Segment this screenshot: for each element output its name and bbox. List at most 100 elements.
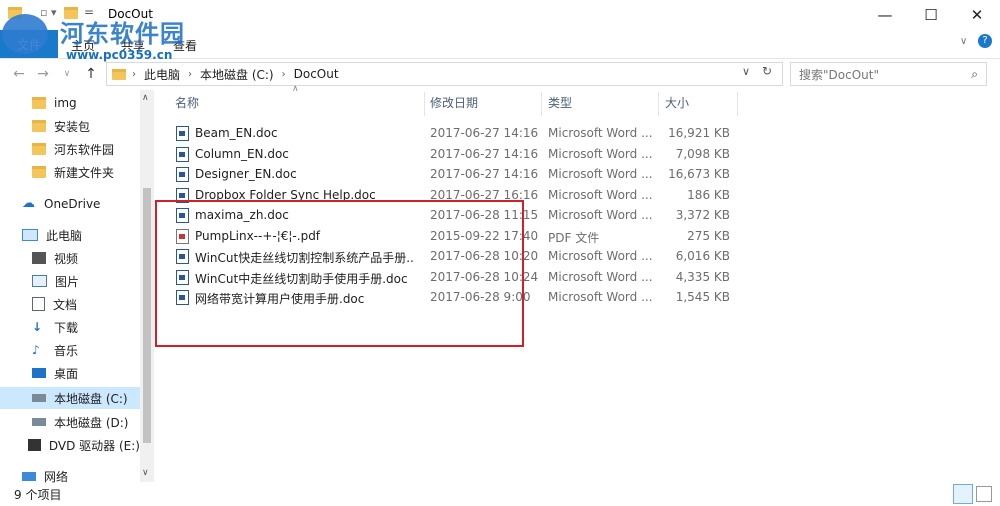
- nav-item-dvd[interactable]: DVD 驱动器 (E:): [0, 434, 140, 456]
- chevron-right-icon: ›: [132, 68, 136, 80]
- breadcrumb-docout[interactable]: DocOut: [294, 67, 339, 81]
- navigation-bar: ← → ∨ ↑ › 此电脑 › 本地磁盘 (C:) › DocOut ∨ ↻ 搜…: [0, 59, 1000, 89]
- column-size[interactable]: 大小: [665, 94, 689, 114]
- details-view-icon[interactable]: [953, 484, 973, 504]
- word-doc-icon: [176, 126, 189, 141]
- nav-item-this-pc[interactable]: 此电脑: [0, 224, 140, 246]
- word-doc-icon: [176, 167, 189, 182]
- nav-item-hedong[interactable]: 河东软件园: [0, 138, 140, 160]
- search-icon[interactable]: ⌕: [971, 67, 978, 82]
- file-type: Microsoft Word ...: [548, 290, 653, 304]
- file-size: 7,098 KB: [675, 147, 730, 161]
- column-divider[interactable]: [541, 92, 542, 116]
- video-icon: [32, 252, 46, 264]
- file-date: 2017-06-27 14:16: [430, 126, 539, 140]
- nav-item-installers[interactable]: 安装包: [0, 115, 140, 137]
- minimize-button[interactable]: —: [862, 0, 908, 30]
- highlight-box: [155, 200, 524, 347]
- document-icon: [32, 297, 45, 311]
- forward-icon[interactable]: →: [32, 63, 54, 85]
- folder-icon: [112, 68, 126, 80]
- folder-icon: [32, 97, 46, 109]
- nav-label: OneDrive: [44, 197, 101, 211]
- search-box[interactable]: 搜索"DocOut" ⌕: [790, 62, 987, 86]
- breadcrumb-this-pc[interactable]: 此电脑: [144, 66, 180, 83]
- file-size: 16,673 KB: [668, 167, 730, 181]
- nav-label: 此电脑: [46, 228, 83, 243]
- nav-item-drive-c[interactable]: 本地磁盘 (C:): [0, 387, 140, 409]
- nav-scrollbar-thumb[interactable]: [143, 188, 151, 443]
- refresh-icon[interactable]: ↻: [762, 64, 772, 78]
- nav-item-onedrive[interactable]: ☁ OneDrive: [0, 193, 140, 215]
- column-divider[interactable]: [424, 92, 425, 116]
- nav-item-videos[interactable]: 视频: [0, 247, 140, 269]
- file-size: 4,335 KB: [675, 270, 730, 284]
- nav-label: 安装包: [54, 119, 91, 134]
- scroll-up-icon[interactable]: ∧: [142, 93, 149, 103]
- chevron-right-icon: ›: [281, 68, 286, 80]
- drive-icon: [32, 418, 46, 426]
- address-bar[interactable]: › 此电脑 › 本地磁盘 (C:) › DocOut: [106, 62, 783, 86]
- nav-label: 文档: [53, 297, 78, 312]
- file-row[interactable]: Column_EN.doc 2017-06-27 14:16 Microsoft W…: [170, 144, 745, 164]
- sort-ascending-icon: ∧: [292, 84, 299, 94]
- file-date: 2017-06-27 14:16: [430, 147, 539, 161]
- nav-item-drive-d[interactable]: 本地磁盘 (D:): [0, 411, 140, 433]
- large-icons-view-icon[interactable]: [976, 486, 992, 502]
- nav-item-pictures[interactable]: 图片: [0, 270, 140, 292]
- file-type: Microsoft Word ...: [548, 208, 653, 222]
- chevron-right-icon: ›: [188, 68, 193, 80]
- computer-icon: [22, 229, 38, 241]
- file-row[interactable]: Designer_EN.doc 2017-06-27 14:16 Microsoft…: [170, 164, 745, 184]
- recent-locations-icon[interactable]: ∨: [56, 63, 78, 85]
- watermark-title: 河东软件园: [60, 20, 185, 48]
- column-divider[interactable]: [737, 92, 738, 116]
- nav-item-music[interactable]: ♪ 音乐: [0, 339, 140, 361]
- expand-ribbon-icon[interactable]: ∨: [960, 36, 967, 47]
- maximize-button[interactable]: ☐: [908, 0, 954, 30]
- file-name: Beam_EN.doc: [195, 126, 278, 140]
- nav-label: 桌面: [54, 366, 79, 381]
- nav-item-desktop[interactable]: 桌面: [0, 362, 140, 384]
- up-icon[interactable]: ↑: [80, 63, 102, 85]
- quick-access-toolbar[interactable]: ▫ ▾: [40, 6, 56, 19]
- picture-icon: [32, 275, 47, 287]
- file-size: 16,921 KB: [668, 126, 730, 140]
- column-date[interactable]: 修改日期: [430, 94, 478, 114]
- file-type: PDF 文件: [548, 231, 600, 245]
- nav-label: img: [54, 96, 77, 110]
- network-icon: [22, 471, 36, 481]
- word-doc-icon: [176, 147, 189, 162]
- back-icon[interactable]: ←: [8, 63, 30, 85]
- download-icon: ↓: [32, 320, 43, 334]
- music-icon: ♪: [32, 343, 40, 357]
- drive-icon: [32, 394, 46, 402]
- file-row[interactable]: Beam_EN.doc 2017-06-27 14:16 Microsoft Wor…: [170, 123, 745, 143]
- column-name[interactable]: 名称: [175, 94, 199, 114]
- nav-item-new-folder[interactable]: 新建文件夹: [0, 161, 140, 183]
- navigation-pane: img 安装包 河东软件园 新建文件夹 ☁ OneDrive 此电脑 视频 图片 …: [0, 90, 140, 484]
- column-divider[interactable]: [658, 92, 659, 116]
- file-name: Designer_EN.doc: [195, 167, 297, 181]
- scroll-down-icon[interactable]: ∨: [142, 468, 149, 478]
- nav-item-downloads[interactable]: ↓ 下载: [0, 316, 140, 338]
- search-input[interactable]: 搜索"DocOut": [799, 66, 879, 83]
- nav-label: 河东软件园: [54, 142, 115, 157]
- breadcrumb-drive-c[interactable]: 本地磁盘 (C:): [200, 66, 274, 83]
- nav-label: 新建文件夹: [54, 165, 115, 180]
- column-type[interactable]: 类型: [548, 94, 572, 114]
- close-button[interactable]: ✕: [954, 0, 1000, 30]
- file-type: Microsoft Word ...: [548, 147, 653, 161]
- folder-icon: [32, 143, 46, 155]
- nav-item-img[interactable]: img: [0, 92, 140, 114]
- item-count: 9 个项目: [14, 488, 62, 502]
- nav-label: 视频: [54, 251, 79, 266]
- folder-icon: [32, 120, 46, 132]
- file-size: 3,372 KB: [675, 208, 730, 222]
- watermark-logo: [2, 14, 48, 54]
- address-dropdown-icon[interactable]: ∨: [742, 65, 750, 78]
- nav-item-documents[interactable]: 文档: [0, 293, 140, 315]
- status-bar: 9 个项目: [0, 482, 1000, 506]
- file-type: Microsoft Word ...: [548, 167, 653, 181]
- help-icon[interactable]: ?: [978, 34, 992, 48]
